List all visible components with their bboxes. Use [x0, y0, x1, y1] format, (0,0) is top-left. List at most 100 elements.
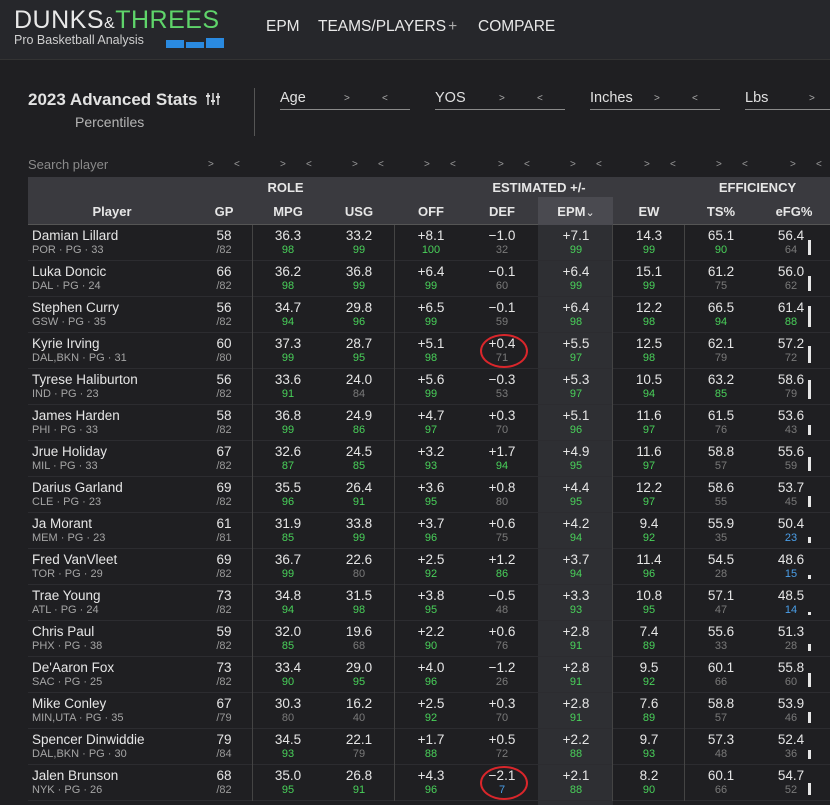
chevron-right-icon[interactable]: >: [499, 93, 505, 104]
cell-gp-value: 58: [216, 228, 232, 243]
col-epm[interactable]: EPM⌄: [540, 204, 612, 219]
chevron-right-icon[interactable]: >: [654, 93, 660, 104]
col-mpg[interactable]: MPG: [254, 204, 322, 219]
table-row[interactable]: Trae Young ATL · PG · 24 73/82 34.8 94 31.5 98…: [28, 585, 830, 621]
player-name[interactable]: Chris Paul: [32, 624, 94, 639]
table-row[interactable]: Fred VanVleet TOR · PG · 29 69/82 36.7 99 22.…: [28, 549, 830, 585]
chevron-left-icon[interactable]: <: [537, 93, 543, 104]
nav-compare[interactable]: COMPARE: [478, 18, 555, 36]
chevron-right-icon[interactable]: >: [716, 159, 722, 170]
player-name[interactable]: Trae Young: [32, 588, 101, 603]
col-ts[interactable]: TS%: [686, 204, 756, 219]
cell-efg-percentile: 43: [784, 424, 798, 436]
chevron-right-icon[interactable]: >: [424, 159, 430, 170]
chevron-right-icon[interactable]: >: [498, 159, 504, 170]
chevron-left-icon[interactable]: <: [450, 159, 456, 170]
chevron-left-icon[interactable]: <: [378, 159, 384, 170]
nav-teams-players[interactable]: TEAMS/PLAYERS +: [318, 18, 457, 36]
cell-epm-percentile: 94: [569, 568, 583, 580]
cell-off-value: +1.7: [417, 732, 445, 747]
filter-yos[interactable]: YOS > <: [435, 90, 565, 110]
player-name[interactable]: Luka Doncic: [32, 264, 106, 279]
player-name[interactable]: Darius Garland: [32, 480, 123, 495]
cell-efg: 61.4 88: [758, 297, 824, 333]
cell-off-value: +6.4: [417, 264, 445, 279]
table-row[interactable]: Mike Conley MIN,UTA · PG · 35 67/79 30.3 80 1…: [28, 693, 830, 729]
table-row[interactable]: Damian Lillard POR · PG · 33 58/82 36.3 98 33…: [28, 225, 830, 261]
player-name[interactable]: Jrue Holiday: [32, 444, 107, 459]
cell-gp: 73/82: [204, 585, 244, 621]
filter-age[interactable]: Age > <: [280, 90, 410, 110]
cell-gp-value: 79: [216, 732, 232, 747]
chevron-right-icon[interactable]: >: [570, 159, 576, 170]
chevron-left-icon[interactable]: <: [524, 159, 530, 170]
chevron-left-icon[interactable]: <: [596, 159, 602, 170]
col-gp[interactable]: GP: [204, 204, 244, 219]
table-row[interactable]: Chris Paul PHX · PG · 38 59/82 32.0 85 19.6 68…: [28, 621, 830, 657]
cell-ew: 9.4 92: [614, 513, 684, 549]
cell-efg-percentile: 36: [784, 748, 798, 760]
player-name[interactable]: Mike Conley: [32, 696, 106, 711]
filter-lbs[interactable]: Lbs >: [745, 90, 830, 110]
nav-epm[interactable]: EPM: [266, 18, 300, 36]
table-row[interactable]: Jrue Holiday MIL · PG · 33 67/82 32.6 87 24.5…: [28, 441, 830, 477]
table-row[interactable]: Stephen Curry GSW · PG · 35 56/82 34.7 94 29.…: [28, 297, 830, 333]
chevron-left-icon[interactable]: <: [670, 159, 676, 170]
player-name[interactable]: James Harden: [32, 408, 120, 423]
cell-epm: +6.4 99: [540, 261, 612, 297]
table-row[interactable]: Tyrese Haliburton IND · PG · 23 56/82 33.6 9…: [28, 369, 830, 405]
player-name[interactable]: Tyrese Haliburton: [32, 372, 138, 387]
table-row[interactable]: Luka Doncic DAL · PG · 24 66/82 36.2 98 36.8 9…: [28, 261, 830, 297]
chevron-right-icon[interactable]: >: [280, 159, 286, 170]
cell-epm: +2.8 91: [540, 693, 612, 729]
chevron-right-icon[interactable]: >: [809, 93, 815, 104]
chevron-left-icon[interactable]: <: [692, 93, 698, 104]
table-row[interactable]: Spencer Dinwiddie DAL,BKN · PG · 30 79/84 3…: [28, 729, 830, 765]
col-usg[interactable]: USG: [326, 204, 392, 219]
chevron-right-icon[interactable]: >: [644, 159, 650, 170]
chevron-right-icon[interactable]: >: [344, 93, 350, 104]
table-row[interactable]: Jalen Brunson NYK · PG · 26 68/82 35.0 95 26.…: [28, 765, 830, 801]
cell-mpg-percentile: 90: [281, 676, 295, 688]
chevron-right-icon[interactable]: >: [352, 159, 358, 170]
col-player[interactable]: Player: [28, 204, 196, 219]
filter-inches[interactable]: Inches > <: [590, 90, 720, 110]
col-ew[interactable]: EW: [614, 204, 684, 219]
table-row[interactable]: Ja Morant MEM · PG · 23 61/81 31.9 85 33.8 99 +…: [28, 513, 830, 549]
player-name[interactable]: Stephen Curry: [32, 300, 119, 315]
col-def[interactable]: DEF: [468, 204, 536, 219]
cell-epm-percentile: 99: [569, 244, 583, 256]
table-row[interactable]: De'Aaron Fox SAC · PG · 25 73/82 33.4 90 29.0…: [28, 657, 830, 693]
player-name[interactable]: Jalen Brunson: [32, 768, 118, 783]
chevron-left-icon[interactable]: <: [742, 159, 748, 170]
cell-off-value: +5.1: [417, 336, 445, 351]
table-row[interactable]: Kyrie Irving DAL,BKN · PG · 31 60/80 37.3 99…: [28, 333, 830, 369]
player-name[interactable]: De'Aaron Fox: [32, 660, 114, 675]
player-name[interactable]: Kyrie Irving: [32, 336, 100, 351]
player-name[interactable]: Spencer Dinwiddie: [32, 732, 145, 747]
cell-ts-value: 61.2: [707, 264, 735, 279]
site-logo[interactable]: DUNKS&THREES Pro Basketball Analysis: [14, 6, 224, 48]
filter-sliders-icon[interactable]: [205, 91, 221, 107]
chevron-right-icon[interactable]: >: [790, 159, 796, 170]
column-divider: [394, 621, 395, 657]
cell-off-percentile: 93: [424, 460, 438, 472]
chevron-left-icon[interactable]: <: [816, 159, 822, 170]
table-row[interactable]: Darius Garland CLE · PG · 23 69/82 35.5 96 26…: [28, 477, 830, 513]
chevron-left-icon[interactable]: <: [306, 159, 312, 170]
player-name[interactable]: Ja Morant: [32, 516, 92, 531]
player-name[interactable]: Damian Lillard: [32, 228, 118, 243]
search-player-input[interactable]: Search player: [28, 157, 108, 172]
cell-ts: 55.6 33: [686, 621, 756, 657]
column-divider: [684, 549, 685, 585]
chevron-right-icon[interactable]: >: [208, 159, 214, 170]
cell-ts-value: 54.5: [707, 552, 735, 567]
col-efg[interactable]: eFG%: [758, 204, 830, 219]
chevron-left-icon[interactable]: <: [234, 159, 240, 170]
cell-mpg: 34.8 94: [254, 585, 322, 621]
cell-epm: +3.3 93: [540, 585, 612, 621]
player-name[interactable]: Fred VanVleet: [32, 552, 117, 567]
chevron-left-icon[interactable]: <: [382, 93, 388, 104]
table-row[interactable]: James Harden PHI · PG · 33 58/82 36.8 99 24.9…: [28, 405, 830, 441]
col-off[interactable]: OFF: [396, 204, 466, 219]
